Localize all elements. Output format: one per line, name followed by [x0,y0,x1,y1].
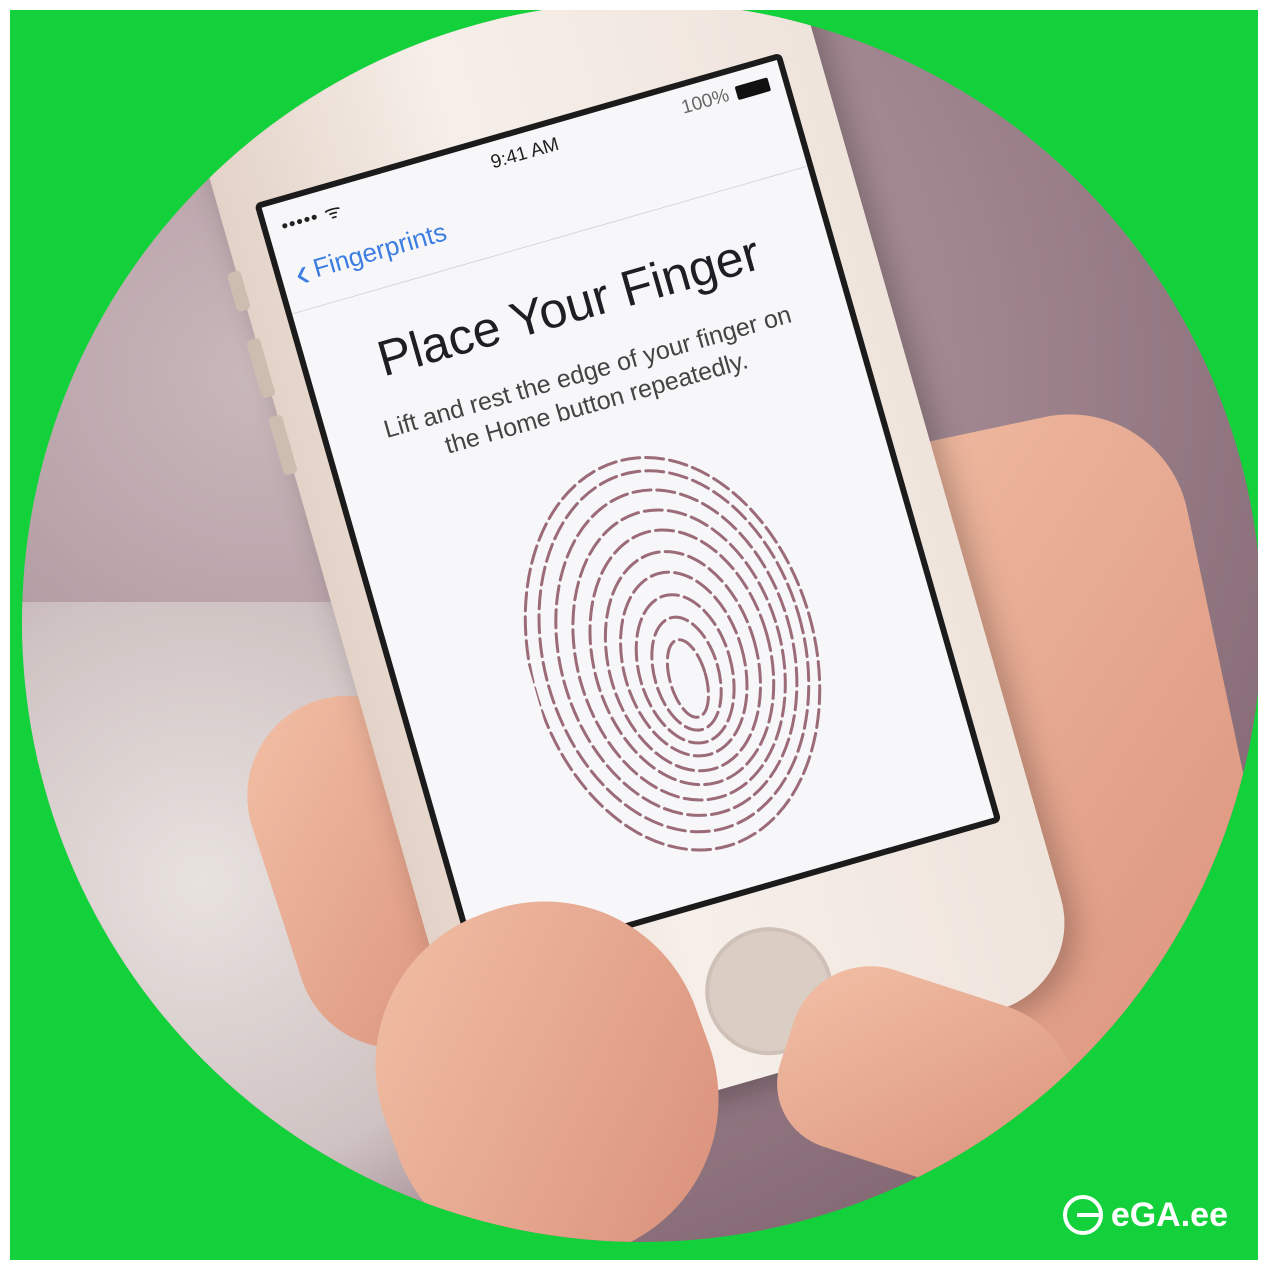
battery-percent: 100% [679,85,732,119]
volume-down-button [267,414,298,476]
brand-logo: eGA.ee [1062,1195,1228,1235]
photo-circle: ••••• ᯤ 9:41 AM 100% ‹ Fingerprints Plac… [22,10,1258,1242]
ega-logo-icon [1062,1195,1103,1235]
green-frame: ••••• ᯤ 9:41 AM 100% ‹ Fingerprints Plac… [10,10,1258,1260]
chevron-left-icon: ‹ [289,249,315,296]
mute-switch [226,270,252,313]
status-bar: ••••• ᯤ 9:41 AM 100% [278,73,775,242]
battery-indicator: 100% [679,73,772,119]
fingerprint-icon [523,456,822,852]
battery-icon [734,77,772,101]
volume-up-button [245,337,276,399]
logo-text: eGA.ee [1110,1195,1228,1234]
